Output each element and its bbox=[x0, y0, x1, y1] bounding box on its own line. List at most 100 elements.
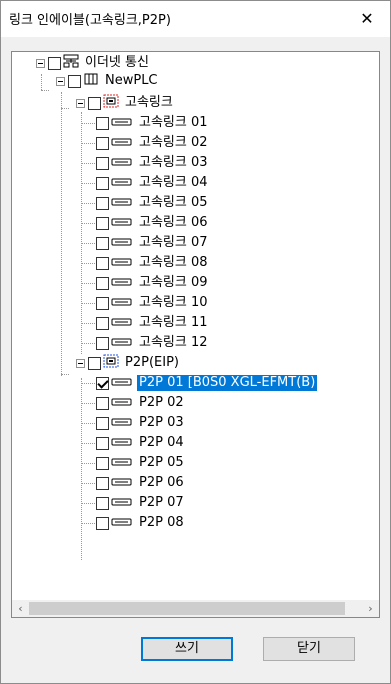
collapse-toggle[interactable] bbox=[56, 76, 65, 86]
checkbox[interactable] bbox=[88, 96, 101, 110]
checkbox[interactable] bbox=[96, 376, 109, 390]
checkbox[interactable] bbox=[96, 476, 109, 490]
link-icon bbox=[111, 436, 133, 451]
tree-leaf-label: 고속링크 12 bbox=[139, 335, 208, 350]
checkbox[interactable] bbox=[96, 516, 109, 530]
link-icon bbox=[111, 216, 133, 231]
link-tree[interactable]: 이더넷 통신 NewPLC 고속링크 고속링크 01 고속링크 02 고속링크 … bbox=[12, 52, 379, 600]
checkbox[interactable] bbox=[96, 276, 109, 290]
tree-leaf-item[interactable]: P2P 03 bbox=[96, 414, 186, 432]
tree-node-p2p-group[interactable]: P2P(EIP) bbox=[76, 354, 181, 372]
tree-leaf-item[interactable]: P2P 08 bbox=[96, 514, 186, 532]
tree-leaf-item[interactable]: 고속링크 12 bbox=[96, 334, 210, 352]
checkbox[interactable] bbox=[96, 216, 109, 230]
scroll-right-icon[interactable]: › bbox=[362, 600, 379, 617]
checkbox[interactable] bbox=[96, 296, 109, 310]
tree-leaf-label: 고속링크 11 bbox=[139, 315, 208, 330]
checkbox[interactable] bbox=[96, 436, 109, 450]
p2p-group-icon bbox=[103, 354, 119, 372]
tree-leaf-label: P2P 06 bbox=[139, 475, 184, 490]
link-icon bbox=[111, 336, 133, 351]
close-button[interactable]: 닫기 bbox=[263, 637, 355, 661]
tree-panel: 이더넷 통신 NewPLC 고속링크 고속링크 01 고속링크 02 고속링크 … bbox=[11, 51, 380, 618]
link-icon bbox=[111, 496, 133, 511]
tree-leaf-item[interactable]: 고속링크 08 bbox=[96, 254, 210, 272]
link-icon bbox=[111, 416, 133, 431]
link-icon bbox=[111, 396, 133, 411]
tree-leaf-item[interactable]: P2P 05 bbox=[96, 454, 186, 472]
tree-leaf-item[interactable]: 고속링크 01 bbox=[96, 114, 210, 132]
write-button[interactable]: 쓰기 bbox=[141, 637, 233, 661]
tree-leaf-label: 고속링크 09 bbox=[139, 275, 208, 290]
horizontal-scrollbar[interactable]: ‹ › bbox=[12, 600, 379, 617]
tree-leaf-label: P2P 03 bbox=[139, 415, 184, 430]
tree-leaf-item[interactable]: P2P 04 bbox=[96, 434, 186, 452]
checkbox[interactable] bbox=[96, 196, 109, 210]
tree-node-label: 이더넷 통신 bbox=[85, 55, 149, 70]
tree-leaf-label: 고속링크 02 bbox=[139, 135, 208, 150]
checkbox[interactable] bbox=[96, 336, 109, 350]
checkbox[interactable] bbox=[96, 316, 109, 330]
collapse-toggle[interactable] bbox=[76, 358, 85, 368]
link-icon bbox=[111, 236, 133, 251]
link-icon bbox=[111, 176, 133, 191]
tree-leaf-label: 고속링크 10 bbox=[139, 295, 208, 310]
title-bar: 링크 인에이블(고속링크,P2P) ✕ bbox=[1, 1, 390, 37]
tree-leaf-item[interactable]: P2P 02 bbox=[96, 394, 186, 412]
tree-leaf-item[interactable]: 고속링크 10 bbox=[96, 294, 210, 312]
tree-leaf-label: P2P 05 bbox=[139, 455, 184, 470]
checkbox[interactable] bbox=[96, 116, 109, 130]
link-icon bbox=[111, 516, 133, 531]
tree-leaf-label: P2P 07 bbox=[139, 495, 184, 510]
link-icon bbox=[111, 116, 133, 131]
collapse-toggle[interactable] bbox=[36, 58, 45, 68]
checkbox[interactable] bbox=[96, 496, 109, 510]
network-icon bbox=[63, 54, 79, 72]
plc-icon bbox=[83, 72, 99, 90]
checkbox[interactable] bbox=[68, 74, 81, 88]
tree-leaf-label: P2P 04 bbox=[139, 435, 184, 450]
link-icon bbox=[111, 316, 133, 331]
checkbox[interactable] bbox=[88, 356, 101, 370]
tree-leaf-item[interactable]: P2P 06 bbox=[96, 474, 186, 492]
tree-node-label: 고속링크 bbox=[125, 95, 173, 110]
checkbox[interactable] bbox=[48, 56, 61, 70]
checkbox[interactable] bbox=[96, 256, 109, 270]
tree-node-plc[interactable]: NewPLC bbox=[56, 72, 160, 90]
checkbox[interactable] bbox=[96, 236, 109, 250]
scrollbar-thumb[interactable] bbox=[29, 602, 345, 615]
checkbox[interactable] bbox=[96, 416, 109, 430]
link-icon bbox=[111, 136, 133, 151]
tree-leaf-item[interactable]: 고속링크 09 bbox=[96, 274, 210, 292]
link-icon bbox=[111, 276, 133, 291]
checkbox[interactable] bbox=[96, 456, 109, 470]
link-group-icon bbox=[103, 94, 119, 112]
tree-leaf-item[interactable]: 고속링크 07 bbox=[96, 234, 210, 252]
checkbox[interactable] bbox=[96, 136, 109, 150]
tree-leaf-label: P2P 01 [B0S0 XGL-EFMT(B) bbox=[137, 375, 318, 391]
close-icon[interactable]: ✕ bbox=[344, 1, 390, 37]
tree-leaf-item[interactable]: P2P 01 [B0S0 XGL-EFMT(B) bbox=[96, 374, 318, 392]
dialog-title: 링크 인에이블(고속링크,P2P) bbox=[9, 13, 171, 28]
tree-leaf-item[interactable]: 고속링크 11 bbox=[96, 314, 210, 332]
tree-leaf-item[interactable]: 고속링크 06 bbox=[96, 214, 210, 232]
tree-leaf-item[interactable]: 고속링크 03 bbox=[96, 154, 210, 172]
collapse-toggle[interactable] bbox=[76, 98, 85, 108]
link-icon bbox=[111, 376, 133, 391]
tree-node-label: P2P(EIP) bbox=[125, 355, 179, 370]
checkbox[interactable] bbox=[96, 176, 109, 190]
link-icon bbox=[111, 156, 133, 171]
link-icon bbox=[111, 256, 133, 271]
checkbox[interactable] bbox=[96, 396, 109, 410]
tree-node-ethernet[interactable]: 이더넷 통신 bbox=[36, 54, 151, 72]
scroll-left-icon[interactable]: ‹ bbox=[12, 600, 29, 617]
tree-leaf-item[interactable]: P2P 07 bbox=[96, 494, 186, 512]
link-enable-dialog: 링크 인에이블(고속링크,P2P) ✕ 이더넷 통신 NewPLC 고속링크 고… bbox=[0, 0, 391, 684]
tree-leaf-item[interactable]: 고속링크 05 bbox=[96, 194, 210, 212]
link-icon bbox=[111, 196, 133, 211]
tree-leaf-item[interactable]: 고속링크 02 bbox=[96, 134, 210, 152]
tree-leaf-item[interactable]: 고속링크 04 bbox=[96, 174, 210, 192]
checkbox[interactable] bbox=[96, 156, 109, 170]
tree-node-highspeed-group[interactable]: 고속링크 bbox=[76, 94, 175, 112]
tree-leaf-label: 고속링크 04 bbox=[139, 175, 208, 190]
